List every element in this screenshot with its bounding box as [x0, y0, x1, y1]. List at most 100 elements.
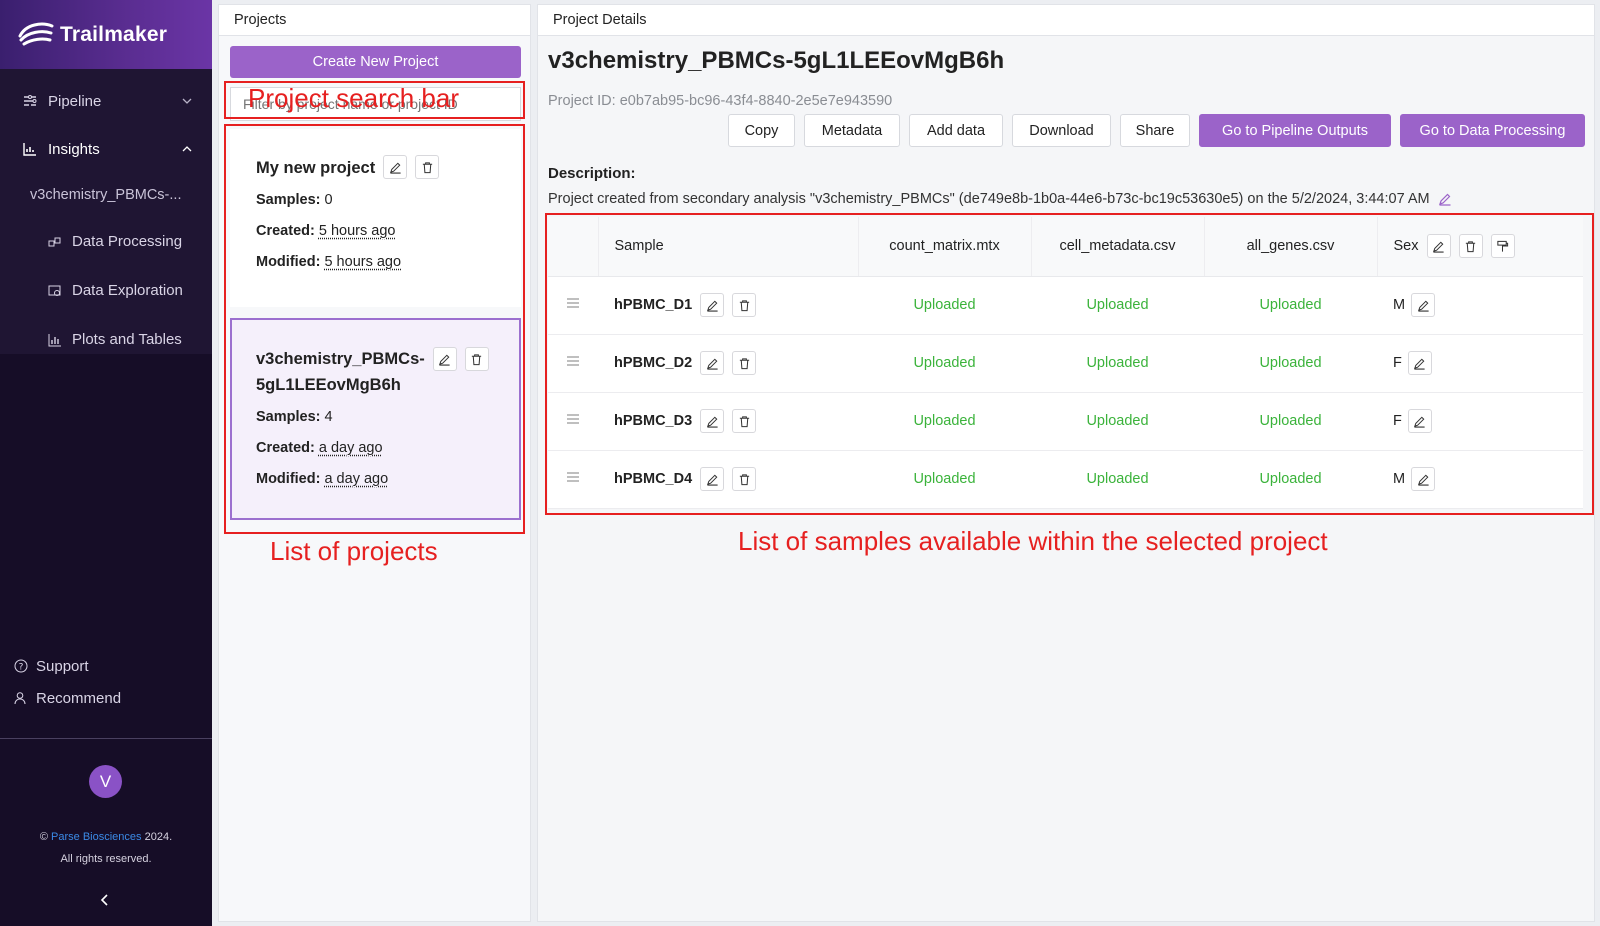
recommend-link[interactable]: Recommend — [0, 682, 212, 714]
edit-project-button[interactable] — [383, 155, 408, 179]
share-button[interactable]: Share — [1120, 114, 1190, 147]
description-text: Project created from secondary analysis … — [548, 191, 1430, 207]
go-to-data-processing-button[interactable]: Go to Data Processing — [1400, 114, 1585, 147]
chevron-down-icon — [182, 98, 192, 104]
edit-description-icon[interactable] — [1438, 192, 1452, 206]
sidebar-item-label: Pipeline — [48, 92, 102, 110]
delete-project-button[interactable] — [464, 347, 489, 371]
edit-sample-button[interactable] — [700, 467, 725, 491]
samples-table: Sample count_matrix.mtx cell_metadata.cs… — [548, 217, 1583, 509]
sex-cell: M — [1377, 276, 1583, 335]
delete-sample-button[interactable] — [732, 409, 757, 433]
support-link[interactable]: ? Support — [0, 650, 212, 682]
trailmaker-logo-icon — [18, 22, 54, 45]
sidebar-item-plots-and-tables[interactable]: Plots and Tables — [0, 315, 212, 364]
delete-sample-button[interactable] — [732, 467, 757, 491]
samples-key: Samples — [256, 192, 316, 208]
edit-sample-button[interactable] — [700, 351, 725, 375]
sample-name: hPBMC_D1 — [614, 297, 693, 313]
sidebar-item-pipeline[interactable]: Pipeline — [0, 77, 212, 125]
drag-handle-icon[interactable] — [566, 413, 580, 425]
project-action-bar: Copy Metadata Add data Download Share Go… — [719, 114, 1585, 147]
delete-sample-button[interactable] — [732, 293, 757, 317]
edit-sex-button[interactable] — [1407, 409, 1432, 433]
go-to-pipeline-outputs-button[interactable]: Go to Pipeline Outputs — [1199, 114, 1391, 147]
pencil-icon — [1414, 416, 1425, 428]
edit-metadata-column-button[interactable] — [1426, 234, 1451, 259]
copyright-rights: All rights reserved. — [60, 853, 152, 865]
sample-cell: hPBMC_D2 — [598, 334, 858, 393]
sample-name: hPBMC_D3 — [614, 413, 693, 429]
modified-key: Modified — [256, 471, 316, 487]
delete-metadata-column-button[interactable] — [1458, 234, 1483, 259]
table-header-row: Sample count_matrix.mtx cell_metadata.cs… — [548, 217, 1583, 277]
description-label: Description: — [548, 165, 636, 182]
trash-icon — [739, 415, 749, 427]
edit-sex-button[interactable] — [1411, 293, 1436, 317]
sidebar-item-data-processing[interactable]: Data Processing — [0, 217, 212, 266]
project-created: Created: a day ago — [256, 433, 519, 464]
insights-chart-icon — [22, 141, 38, 157]
sex-header-label: Sex — [1393, 238, 1419, 255]
edit-sex-button[interactable] — [1411, 467, 1436, 491]
sex-cell: F — [1377, 334, 1583, 393]
bar-chart-icon — [48, 333, 62, 347]
project-title: v3chemistry_PBMCs-5gL1LEEovMgB6h — [548, 47, 1005, 74]
pencil-icon — [706, 416, 718, 428]
pencil-icon — [1433, 241, 1444, 253]
sidebar-item-label: Insights — [48, 140, 100, 158]
copyright-year: 2024. — [144, 831, 173, 843]
parse-biosciences-link[interactable]: Parse Biosciences — [51, 831, 142, 843]
sidebar-item-data-exploration[interactable]: Data Exploration — [0, 266, 212, 315]
samples-colon: : — [315, 409, 325, 425]
sample-cell: hPBMC_D4 — [598, 450, 858, 509]
project-samples: Samples: 0 — [256, 185, 521, 216]
drag-cell[interactable] — [548, 450, 598, 509]
sidebar-divider — [0, 738, 212, 739]
download-button[interactable]: Download — [1012, 114, 1111, 147]
edit-project-button[interactable] — [432, 347, 457, 371]
drag-handle-icon[interactable] — [566, 297, 580, 309]
cell-metadata-status: Uploaded — [1031, 276, 1204, 335]
sidebar-item-insights[interactable]: Insights — [0, 125, 212, 173]
metadata-button[interactable]: Metadata — [804, 114, 900, 147]
column-header-cell-metadata: cell_metadata.csv — [1031, 217, 1205, 277]
sex-cell: M — [1377, 450, 1583, 509]
help-circle-icon: ? — [14, 659, 28, 673]
user-recommend-icon — [14, 691, 28, 705]
drag-cell[interactable] — [548, 276, 598, 335]
sidebar-current-project[interactable]: v3chemistry_PBMCs-... — [0, 173, 212, 217]
created-value: a day ago — [318, 440, 383, 456]
drag-handle-icon[interactable] — [566, 355, 580, 367]
column-header-sex: Sex — [1377, 217, 1583, 277]
column-header-all-genes: all_genes.csv — [1204, 217, 1378, 277]
add-data-button[interactable]: Add data — [909, 114, 1003, 147]
modified-key: Modified — [256, 254, 316, 270]
project-card-my-new-project[interactable]: My new project Samples: 0 Created: 5 hou… — [230, 129, 521, 307]
copy-button[interactable]: Copy — [728, 114, 795, 147]
delete-sample-button[interactable] — [732, 351, 757, 375]
trash-icon — [739, 357, 749, 369]
data-exploration-icon — [48, 284, 62, 298]
drag-handle-icon[interactable] — [566, 471, 580, 483]
drag-cell[interactable] — [548, 392, 598, 451]
trash-icon — [739, 299, 749, 311]
sidebar-item-label: Data Processing — [72, 233, 183, 250]
samples-key: Samples — [256, 409, 316, 425]
delete-project-button[interactable] — [415, 155, 440, 179]
count-matrix-status: Uploaded — [858, 392, 1031, 451]
project-samples: Samples: 4 — [256, 402, 519, 433]
copyright: © Parse Biosciences 2024. All rights res… — [0, 826, 212, 870]
user-avatar[interactable]: V — [89, 765, 122, 798]
edit-sample-button[interactable] — [700, 293, 725, 317]
sidebar-item-label: Data Exploration — [72, 282, 183, 299]
project-created: Created: 5 hours ago — [256, 216, 521, 247]
drag-cell[interactable] — [548, 334, 598, 393]
fill-metadata-column-button[interactable] — [1490, 234, 1515, 259]
logo-bar[interactable]: Trailmaker — [0, 0, 212, 69]
edit-sex-button[interactable] — [1407, 351, 1432, 375]
collapse-sidebar-icon[interactable] — [98, 893, 112, 907]
project-card-v3chemistry[interactable]: v3chemistry_PBMCs- 5gL1LEEovMgB6h Samples… — [230, 318, 521, 520]
edit-sample-button[interactable] — [700, 409, 725, 433]
create-new-project-button[interactable]: Create New Project — [230, 46, 521, 78]
